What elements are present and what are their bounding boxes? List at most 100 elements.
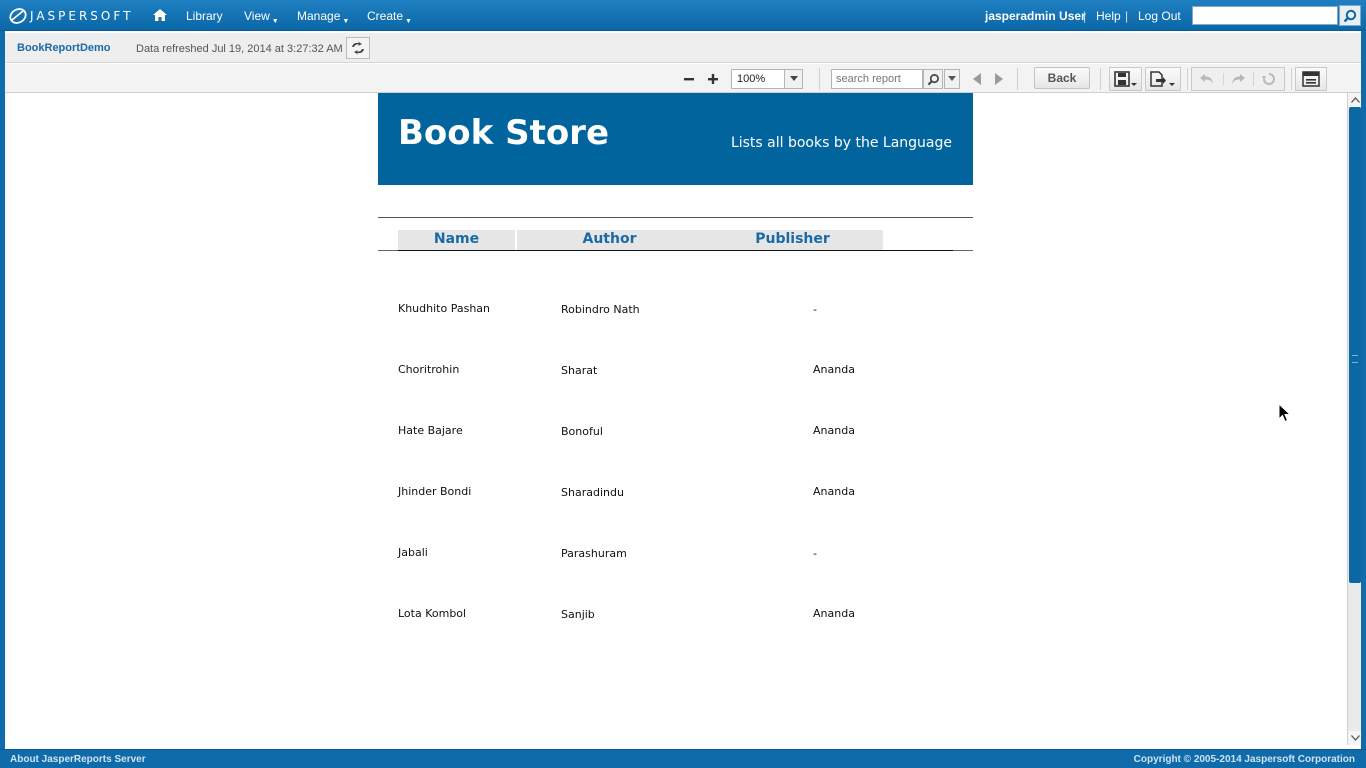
reset-icon: [1262, 73, 1276, 85]
cell-publisher: Ananda: [813, 424, 855, 437]
column-header-author: Author: [517, 230, 702, 250]
minus-icon: [684, 78, 694, 81]
history-button-group: [1191, 67, 1285, 91]
header-divider: [378, 217, 973, 218]
report-search-input[interactable]: [831, 69, 923, 89]
cell-author: Parashuram: [561, 547, 627, 560]
nav-create-label: Create: [367, 9, 404, 23]
export-menu-button[interactable]: [1145, 67, 1181, 91]
report-search-button[interactable]: [923, 69, 943, 89]
cell-author: Sharadindu: [561, 486, 624, 499]
report-page: Book Store Lists all books by the Langua…: [378, 93, 973, 653]
cell-author: Sharat: [561, 364, 598, 377]
header-underline: [398, 250, 953, 251]
chevron-down-icon: [948, 76, 956, 81]
nav-manage-label: Manage: [297, 9, 341, 23]
report-toolbar: 100% Back: [5, 64, 1361, 93]
triangle-right-icon: [995, 73, 1003, 85]
chevron-down-icon: ▼: [405, 18, 412, 25]
global-search-input[interactable]: [1192, 6, 1338, 25]
zoom-in-button[interactable]: [703, 69, 723, 89]
triangle-left-icon: [973, 73, 981, 85]
top-nav-bar: JASPERSOFT Library View ▼ Manage ▼ Create ▼…: [0, 0, 1366, 31]
nav-separator: |: [1083, 9, 1087, 23]
scroll-up-button[interactable]: [1348, 93, 1361, 107]
search-icon: [1343, 9, 1357, 22]
report-title-bar: BookReportDemo Data refreshed Jul 19, 20…: [5, 33, 1361, 63]
vertical-scrollbar[interactable]: [1347, 93, 1361, 745]
nav-manage-menu[interactable]: Manage ▼: [297, 9, 349, 25]
nav-view-menu[interactable]: View ▼: [244, 9, 279, 25]
search-next-button[interactable]: [989, 69, 1009, 89]
scroll-thumb[interactable]: [1349, 107, 1361, 583]
zoom-dropdown-button[interactable]: [784, 70, 802, 88]
report-viewport[interactable]: Book Store Lists all books by the Langua…: [5, 93, 1361, 745]
column-header-name: Name: [398, 230, 515, 250]
zoom-select[interactable]: 100%: [731, 69, 803, 89]
chevron-down-icon: ▼: [271, 18, 279, 25]
plus-icon: [708, 74, 718, 84]
logout-link[interactable]: Log Out: [1138, 9, 1181, 23]
frame-right: [1361, 31, 1366, 749]
toolbar-divider: [1100, 68, 1101, 90]
scroll-grip: [1352, 355, 1358, 363]
home-icon[interactable]: [152, 8, 168, 22]
report-subtitle: Lists all books by the Language: [730, 135, 952, 151]
jaspersoft-logo[interactable]: JASPERSOFT: [8, 6, 133, 26]
help-link[interactable]: Help: [1096, 9, 1121, 23]
undo-icon: [1200, 74, 1214, 84]
cell-name: Choritrohin: [398, 363, 460, 376]
back-button[interactable]: Back: [1034, 67, 1090, 89]
cell-author: Bonoful: [561, 425, 603, 438]
cell-name: Jabali: [398, 546, 428, 559]
global-search-button[interactable]: [1339, 5, 1361, 26]
search-icon: [927, 73, 939, 85]
data-refresh-status: Data refreshed Jul 19, 2014 at 3:27:32 A…: [136, 43, 343, 55]
refresh-icon: [352, 41, 364, 55]
cell-publisher: Ananda: [813, 607, 855, 620]
cell-author: Robindro Nath: [561, 303, 640, 316]
report-title: Book Store: [398, 113, 610, 153]
zoom-value: 100%: [737, 73, 766, 85]
cell-name: Khudhito Pashan: [398, 302, 491, 315]
nav-separator: |: [1125, 9, 1129, 23]
save-menu-button[interactable]: [1109, 67, 1142, 91]
cell-name: Lota Kombol: [398, 607, 467, 620]
cell-publisher: Ananda: [813, 485, 855, 498]
report-options-button[interactable]: [1295, 67, 1327, 91]
cell-author: Sanjib: [561, 608, 595, 621]
reset-button[interactable]: [1253, 72, 1284, 86]
current-user: jasperadmin User: [985, 9, 1086, 23]
search-previous-button[interactable]: [967, 69, 987, 89]
nav-view-label: View: [244, 9, 270, 23]
chevron-down-icon: [789, 76, 798, 81]
search-options-dropdown[interactable]: [944, 69, 960, 89]
nav-library-label: Library: [186, 9, 223, 23]
jaspersoft-logo-icon: [9, 8, 27, 24]
chevron-down-icon: [1350, 735, 1360, 741]
nav-create-menu[interactable]: Create ▼: [367, 9, 412, 25]
column-header-publisher: Publisher: [702, 230, 883, 250]
toolbar-divider: [1187, 68, 1188, 90]
cell-publisher: -: [813, 547, 817, 560]
refresh-data-button[interactable]: [346, 37, 370, 59]
cell-publisher: -: [813, 303, 817, 316]
undo-button[interactable]: [1192, 73, 1223, 85]
about-link[interactable]: About JasperReports Server: [10, 754, 146, 765]
toolbar-divider: [1017, 68, 1018, 90]
cell-name: Jhinder Bondi: [398, 485, 472, 498]
redo-button[interactable]: [1222, 73, 1254, 85]
report-banner: Book Store Lists all books by the Langua…: [378, 93, 973, 185]
nav-library[interactable]: Library: [186, 9, 223, 23]
toolbar-divider: [819, 68, 820, 90]
zoom-out-button[interactable]: [679, 69, 699, 89]
scroll-down-button[interactable]: [1348, 731, 1361, 745]
footer-bar: About JasperReports Server Copyright © 2…: [0, 749, 1366, 768]
chevron-down-icon: ▼: [342, 18, 350, 25]
mouse-cursor-icon: [1278, 403, 1292, 423]
cell-name: Hate Bajare: [398, 424, 463, 437]
cell-publisher: Ananda: [813, 363, 855, 376]
options-panel-icon: [1302, 71, 1320, 87]
chevron-up-icon: [1350, 97, 1360, 103]
report-name: BookReportDemo: [17, 42, 111, 54]
